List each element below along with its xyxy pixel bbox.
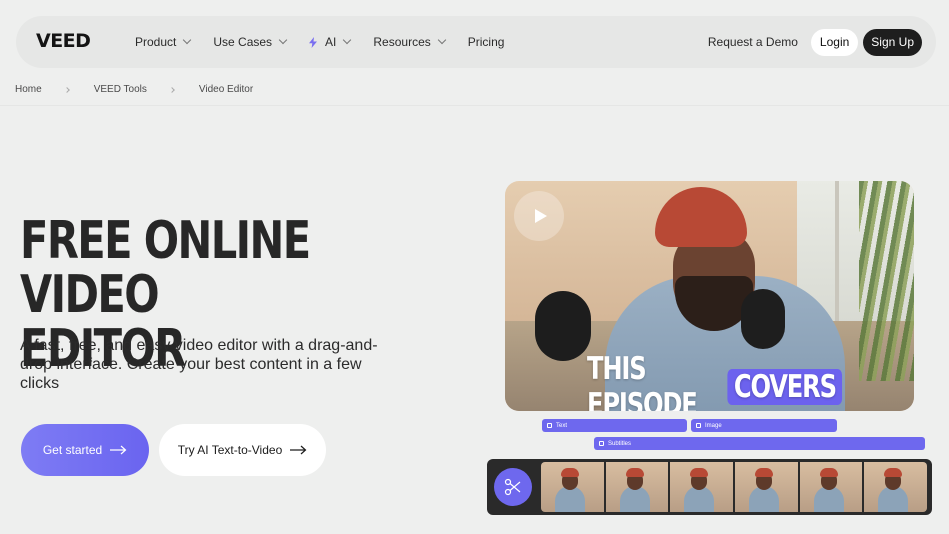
request-demo-link[interactable]: Request a Demo: [708, 35, 798, 49]
chevron-down-icon: [278, 35, 288, 45]
veed-logo[interactable]: VEED: [36, 30, 91, 52]
nav-item-label: Resources: [373, 35, 431, 49]
track-subtitles[interactable]: Subtitles: [594, 437, 925, 450]
title-line-1: Free Online Video: [20, 211, 311, 325]
nav-item-ai[interactable]: AI: [309, 35, 352, 49]
video-preview[interactable]: THIS EPISODE COVERS: [505, 181, 914, 411]
track-text[interactable]: Text: [542, 419, 687, 432]
breadcrumb-veed-tools[interactable]: VEED Tools: [94, 84, 147, 95]
try-text-to-video-label: Try AI Text-to-Video: [177, 443, 283, 457]
track-label: Text: [556, 422, 568, 429]
filmstrip-frame: [541, 462, 606, 512]
top-navigation-bar: VEED Product Use Cases AI Resources Pric…: [16, 16, 936, 68]
image-icon: [696, 423, 701, 428]
editor-timeline: [487, 459, 932, 515]
filmstrip-frame: [799, 462, 865, 512]
try-text-to-video-button[interactable]: Try AI Text-to-Video: [159, 424, 326, 476]
breadcrumb-home[interactable]: Home: [15, 84, 42, 95]
chevron-down-icon: [437, 35, 446, 45]
nav-item-resources[interactable]: Resources: [373, 35, 446, 49]
filmstrip-frame: [670, 462, 736, 512]
breadcrumb: Home VEED Tools Video Editor: [15, 84, 253, 95]
video-person-hat: [655, 187, 747, 247]
nav-item-label: Product: [135, 35, 177, 49]
arrow-right-icon: [110, 445, 127, 455]
video-bg-window-frame: [835, 181, 839, 341]
caption-highlight: COVERS: [727, 369, 843, 405]
filmstrip-frame: [864, 462, 927, 512]
filmstrip-frame: [735, 462, 800, 512]
nav-menu: Product Use Cases AI Resources Pricing: [135, 16, 527, 68]
nav-item-label: AI: [325, 35, 337, 49]
track-label: Image: [705, 422, 722, 429]
nav-item-pricing[interactable]: Pricing: [468, 35, 505, 49]
get-started-label: Get started: [42, 443, 103, 457]
chevron-down-icon: [343, 35, 352, 45]
breadcrumb-divider: [0, 105, 949, 106]
video-caption: THIS EPISODE COVERS: [587, 351, 843, 411]
filmstrip[interactable]: [541, 462, 927, 512]
chevron-right-icon: [63, 86, 70, 93]
subtitles-icon: [599, 441, 604, 446]
track-label: Subtitles: [608, 440, 632, 447]
video-bg-plant: [859, 181, 914, 381]
microphone-left: [535, 291, 591, 361]
nav-item-label: Use Cases: [213, 35, 273, 49]
chevron-right-icon: [169, 86, 175, 93]
split-button[interactable]: [494, 468, 532, 506]
signup-button[interactable]: Sign Up: [863, 28, 922, 56]
nav-item-product[interactable]: Product: [135, 35, 192, 49]
hero-subtitle: A fast, free, and easy video editor with…: [20, 337, 378, 392]
play-icon: [534, 209, 547, 223]
caption-text: THIS EPISODE: [587, 351, 698, 411]
microphone-right: [741, 289, 785, 349]
scissors-icon: [504, 478, 521, 496]
breadcrumb-video-editor[interactable]: Video Editor: [199, 84, 253, 95]
track-image[interactable]: Image: [691, 419, 837, 432]
chevron-down-icon: [183, 35, 192, 45]
nav-actions: Request a Demo Login Sign Up: [708, 16, 922, 68]
filmstrip-frame: [605, 462, 671, 512]
play-button[interactable]: [514, 191, 564, 241]
get-started-button[interactable]: Get started: [21, 424, 149, 476]
arrow-right-icon: [290, 445, 307, 455]
login-button[interactable]: Login: [810, 28, 859, 56]
text-icon: [547, 423, 552, 428]
bolt-icon: [309, 36, 318, 48]
nav-item-use-cases[interactable]: Use Cases: [213, 35, 288, 49]
nav-item-label: Pricing: [467, 35, 505, 49]
